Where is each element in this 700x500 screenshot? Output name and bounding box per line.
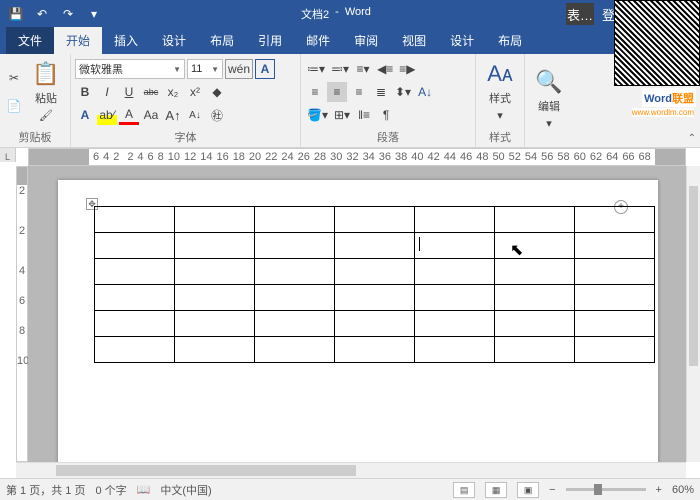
ribbon: ✂ 📄 📋 粘贴 🖌 剪贴板 微软雅黑▼ 11▼ wén A B I U a [0, 54, 700, 148]
status-bar: 第 1 页，共 1 页 0 个字 📖 中文(中国) ▤ ▦ ▣ − + 60% [0, 478, 700, 500]
numbering-icon[interactable]: ≕▾ [329, 59, 351, 79]
undo-icon[interactable]: ↶ [30, 3, 54, 25]
slider-thumb[interactable] [594, 484, 602, 495]
vertical-tab-selector[interactable]: L [0, 148, 16, 162]
page-indicator[interactable]: 第 1 页，共 1 页 [6, 482, 85, 498]
ribbon-tabs: 文件 开始 插入 设计 布局 引用 邮件 审阅 视图 设计 布局 💡告诉我 [0, 28, 700, 54]
decrease-indent-icon[interactable]: ◀≡ [375, 59, 395, 79]
group-font: 微软雅黑▼ 11▼ wén A B I U abc x₂ x² ◆ A ab⁄ … [71, 54, 301, 147]
change-case-icon[interactable]: Aa [141, 105, 161, 125]
word-count[interactable]: 0 个字 [95, 482, 126, 498]
strike-button[interactable]: abc [141, 82, 161, 102]
save-icon[interactable]: 💾 [4, 3, 28, 25]
table-tools-indicator: 表… [566, 3, 594, 25]
zoom-out-icon[interactable]: − [549, 484, 555, 496]
clear-format-icon[interactable]: ◆ [207, 82, 227, 102]
document-table[interactable] [94, 206, 655, 363]
font-family-combo[interactable]: 微软雅黑▼ [75, 59, 185, 79]
editing-button[interactable]: 🔍 编辑▾ [529, 66, 569, 134]
tab-table-layout[interactable]: 布局 [486, 27, 534, 54]
underline-button[interactable]: U [119, 82, 139, 102]
bullets-icon[interactable]: ≔▾ [305, 59, 327, 79]
tab-references[interactable]: 引用 [246, 27, 294, 54]
zoom-in-icon[interactable]: + [656, 484, 662, 496]
sort-icon[interactable]: A↓ [415, 82, 435, 102]
line-spacing-icon[interactable]: ‖≡ [354, 105, 374, 125]
watermark-logo: Word联盟 [642, 88, 696, 107]
subscript-button[interactable]: x₂ [163, 82, 183, 102]
zoom-slider[interactable] [566, 488, 646, 491]
borders-icon[interactable]: ⊞▾ [332, 105, 352, 125]
cut-icon[interactable]: ✂ [4, 68, 24, 88]
tab-insert[interactable]: 插入 [102, 27, 150, 54]
shrink-font-icon[interactable]: A↓ [185, 105, 205, 125]
grow-font-icon[interactable]: A↑ [163, 105, 183, 125]
tab-layout[interactable]: 布局 [198, 27, 246, 54]
title-bar: 💾 ↶ ↷ ▾ 文档2-Word 表… 登录 ☰ — [0, 0, 700, 28]
document-area[interactable]: ✥ + [28, 166, 686, 462]
scrollbar-thumb[interactable] [56, 465, 356, 476]
align-center-icon[interactable]: ≡ [327, 82, 347, 102]
language-indicator[interactable]: 中文(中国) [160, 482, 211, 498]
copy-icon[interactable]: 📄 [4, 96, 24, 116]
redo-icon[interactable]: ↷ [56, 3, 80, 25]
format-painter-icon[interactable]: 🖌 [39, 109, 53, 122]
vertical-ruler[interactable]: 2 2 4 6 8 10 [16, 166, 28, 462]
vertical-scrollbar[interactable] [686, 166, 700, 462]
highlight-icon[interactable]: ab⁄ [97, 105, 117, 125]
paste-icon: 📋 [32, 61, 59, 87]
watermark-url: www.wordlm.com [632, 108, 694, 117]
spellcheck-icon[interactable]: 📖 [137, 483, 151, 496]
web-layout-icon[interactable]: ▣ [517, 482, 539, 498]
tab-file[interactable]: 文件 [6, 27, 54, 54]
bold-button[interactable]: B [75, 82, 95, 102]
horizontal-ruler[interactable]: 6422468101214161820222426283032343638404… [28, 148, 686, 166]
italic-button[interactable]: I [97, 82, 117, 102]
enclosed-char-icon[interactable]: ㊓ [207, 105, 227, 125]
scrollbar-thumb[interactable] [689, 186, 698, 366]
font-color-icon[interactable]: A [119, 105, 139, 125]
tab-mailings[interactable]: 邮件 [294, 27, 342, 54]
group-clipboard: ✂ 📄 📋 粘贴 🖌 剪贴板 [0, 54, 71, 147]
char-border-icon[interactable]: A [255, 59, 275, 79]
print-layout-icon[interactable]: ▦ [485, 482, 507, 498]
font-size-combo[interactable]: 11▼ [187, 59, 223, 79]
shading-icon[interactable]: 🪣▾ [305, 105, 330, 125]
read-mode-icon[interactable]: ▤ [453, 482, 475, 498]
distributed-icon[interactable]: ⬍▾ [393, 82, 413, 102]
tab-review[interactable]: 审阅 [342, 27, 390, 54]
text-effects-icon[interactable]: A [75, 105, 95, 125]
quick-access-toolbar: 💾 ↶ ↷ ▾ [4, 3, 106, 25]
zoom-level[interactable]: 60% [672, 484, 694, 496]
styles-icon: Aᴀ [487, 61, 513, 87]
align-left-icon[interactable]: ≡ [305, 82, 325, 102]
group-paragraph: ≔▾ ≕▾ ≡▾ ◀≡ ≡▶ ≡ ≡ ≡ ≣ ⬍▾ A↓ 🪣▾ ⊞▾ ‖≡ ¶ … [301, 54, 476, 147]
superscript-button[interactable]: x² [185, 82, 205, 102]
window-title: 文档2-Word [106, 6, 566, 22]
tab-table-design[interactable]: 设计 [438, 27, 486, 54]
group-styles: Aᴀ 样式▾ 样式 [476, 54, 525, 147]
customize-qat-icon[interactable]: ▾ [82, 3, 106, 25]
horizontal-scrollbar[interactable] [16, 462, 686, 478]
paste-button[interactable]: 📋 粘贴 🖌 [26, 58, 66, 126]
tab-view[interactable]: 视图 [390, 27, 438, 54]
tab-home[interactable]: 开始 [54, 27, 102, 54]
phonetic-guide-icon[interactable]: wén [225, 59, 253, 79]
multilevel-icon[interactable]: ≡▾ [353, 59, 373, 79]
show-marks-icon[interactable]: ¶ [376, 105, 396, 125]
find-icon: 🔍 [535, 69, 562, 95]
justify-icon[interactable]: ≣ [371, 82, 391, 102]
qr-code [614, 0, 700, 86]
page: ✥ + [58, 180, 658, 462]
increase-indent-icon[interactable]: ≡▶ [397, 59, 417, 79]
align-right-icon[interactable]: ≡ [349, 82, 369, 102]
tab-design[interactable]: 设计 [150, 27, 198, 54]
collapse-ribbon-icon[interactable]: ⌃ [688, 133, 696, 144]
text-cursor [419, 237, 420, 251]
group-editing: 🔍 编辑▾ [525, 54, 573, 147]
styles-button[interactable]: Aᴀ 样式▾ [480, 58, 520, 126]
